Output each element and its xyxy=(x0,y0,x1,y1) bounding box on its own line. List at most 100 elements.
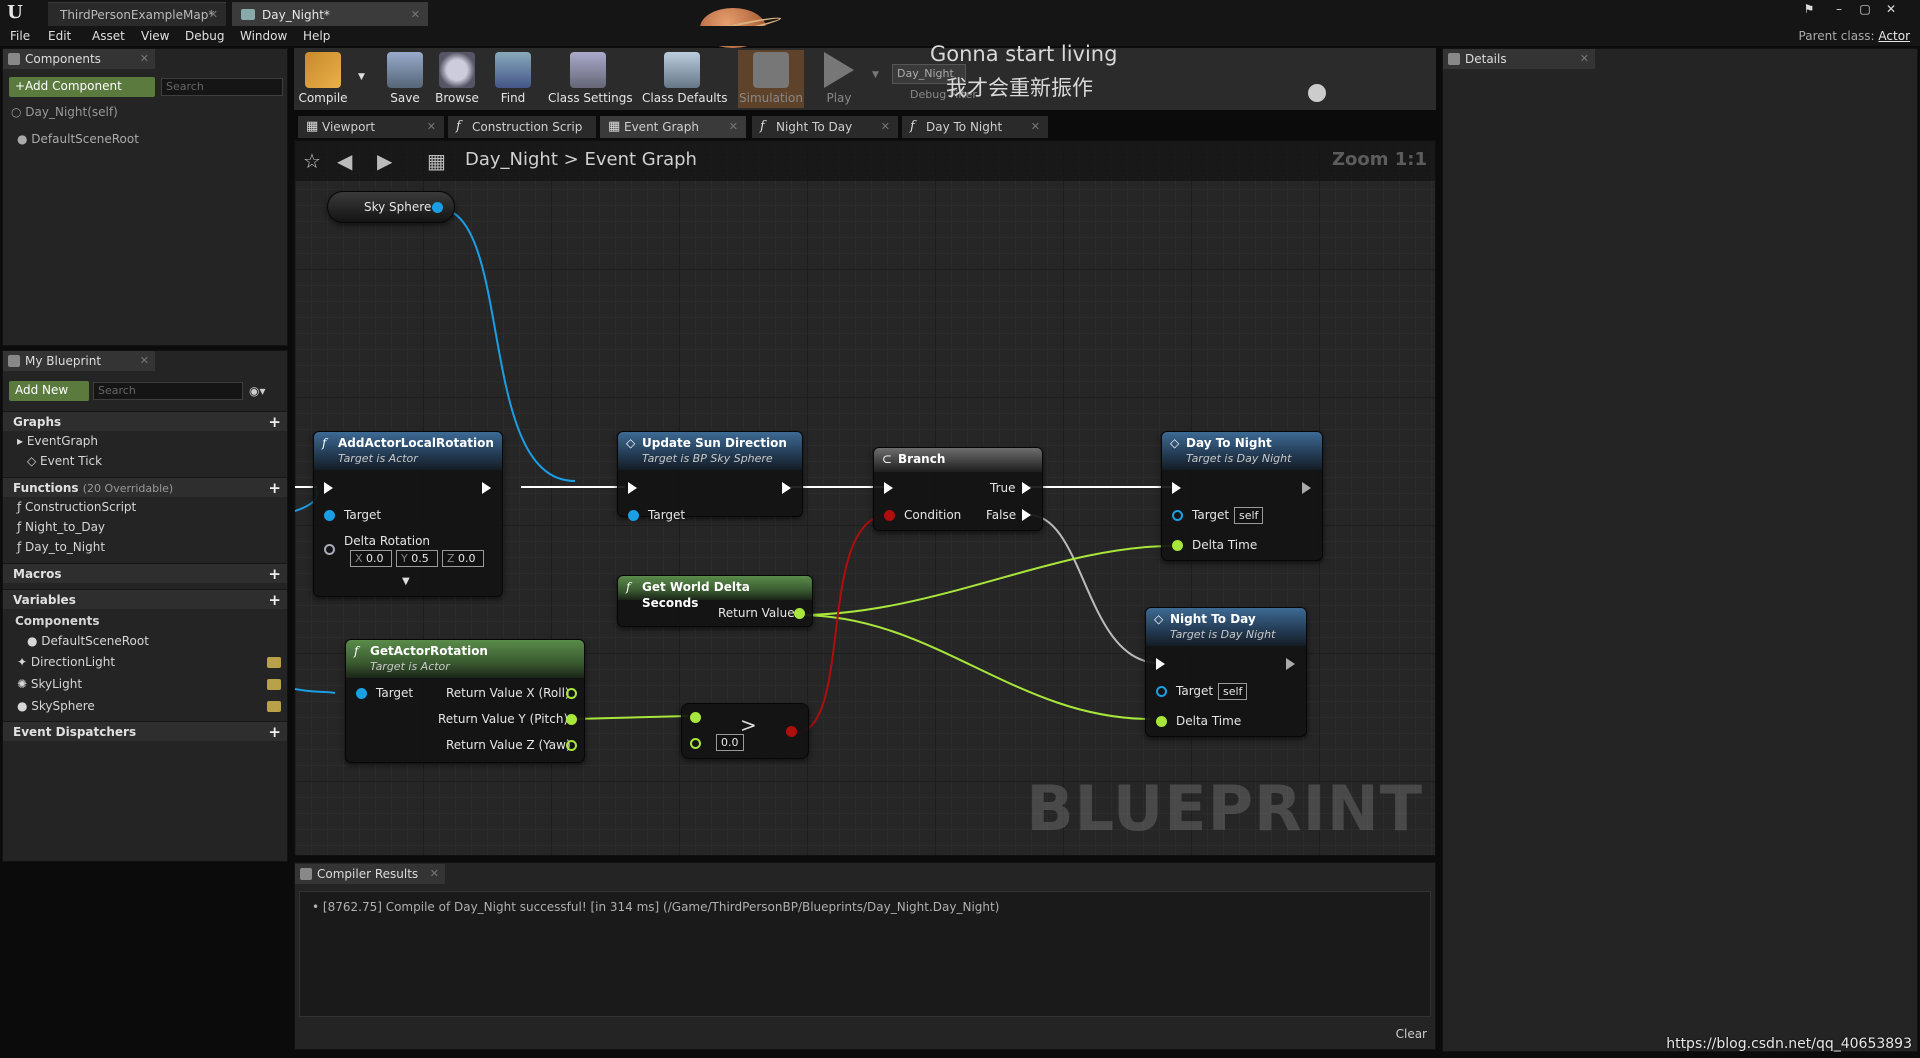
exec-in-pin[interactable] xyxy=(324,482,333,494)
maximize-icon[interactable]: ▢ xyxy=(1856,2,1874,16)
tab-viewport[interactable]: ▦ Viewport ✕ xyxy=(298,116,444,138)
tab-night-to-day[interactable]: f Night To Day ✕ xyxy=(752,116,898,138)
target-self-field[interactable]: self xyxy=(1218,683,1248,700)
add-macro-icon[interactable]: + xyxy=(268,564,281,584)
tab-day-to-night[interactable]: f Day To Night ✕ xyxy=(902,116,1048,138)
add-variable-icon[interactable]: + xyxy=(268,590,281,610)
exec-in-pin[interactable] xyxy=(884,482,893,494)
exec-out-pin[interactable] xyxy=(782,482,791,494)
exec-out-pin[interactable] xyxy=(482,482,491,494)
close-icon[interactable]: ✕ xyxy=(209,3,218,27)
close-icon[interactable]: ✕ xyxy=(1580,49,1589,69)
visibility-eye-icon[interactable] xyxy=(267,679,281,690)
condition-pin[interactable] xyxy=(884,510,895,521)
close-icon[interactable]: ✕ xyxy=(430,864,439,884)
blueprint-search-input[interactable]: Search xyxy=(93,382,243,400)
lyric-widget-icon[interactable] xyxy=(1308,84,1326,102)
minimize-icon[interactable]: – xyxy=(1830,2,1848,16)
exec-in-pin[interactable] xyxy=(1172,482,1181,494)
delta-z-field[interactable]: Z 0.0 xyxy=(442,550,484,567)
view-options-icon[interactable]: ◉▾ xyxy=(249,384,266,398)
close-icon[interactable]: ✕ xyxy=(140,351,149,371)
compile-options-chevron-icon[interactable]: ▼ xyxy=(358,72,365,82)
add-new-button[interactable]: Add New xyxy=(9,381,89,401)
variable-direction-light[interactable]: ✦ DirectionLight xyxy=(17,654,115,671)
menu-asset[interactable]: Asset xyxy=(92,28,125,44)
menu-window[interactable]: Window xyxy=(240,28,287,44)
return-value-pin[interactable] xyxy=(794,608,805,619)
day-to-night-node[interactable]: ◇ Day To Night Target is Day Night Target … xyxy=(1161,431,1323,561)
result-pin[interactable] xyxy=(786,726,797,737)
play-options-chevron-icon[interactable]: ▼ xyxy=(872,70,879,80)
menu-edit[interactable]: Edit xyxy=(48,28,71,44)
true-exec-pin[interactable] xyxy=(1022,482,1031,494)
exec-out-pin[interactable] xyxy=(1302,482,1311,494)
find-button[interactable]: Find xyxy=(480,52,546,108)
close-icon[interactable]: ✕ xyxy=(411,3,420,27)
delta-time-pin[interactable] xyxy=(1172,540,1183,551)
delta-rotation-pin[interactable] xyxy=(324,544,335,555)
delta-x-field[interactable]: X 0.0 xyxy=(350,550,392,567)
tab-third-person-map[interactable]: ThirdPersonExampleMap* ✕ xyxy=(48,2,226,26)
menu-help[interactable]: Help xyxy=(303,28,330,44)
exec-in-pin[interactable] xyxy=(628,482,637,494)
clear-button[interactable]: Clear xyxy=(1396,1027,1427,1041)
component-default-scene-root[interactable]: ● DefaultSceneRoot xyxy=(17,131,139,148)
return-y-pin[interactable] xyxy=(566,714,577,725)
tab-components[interactable]: Components ✕ xyxy=(3,49,155,69)
close-icon[interactable]: ✕ xyxy=(729,116,738,138)
section-event-dispatchers[interactable]: Event Dispatchers + xyxy=(3,721,287,741)
variable-default-scene-root[interactable]: ● DefaultSceneRoot xyxy=(27,633,149,650)
tab-my-blueprint[interactable]: My Blueprint ✕ xyxy=(3,351,155,371)
visibility-eye-icon[interactable] xyxy=(267,701,281,712)
visibility-eye-icon[interactable] xyxy=(267,657,281,668)
exec-out-pin[interactable] xyxy=(1286,658,1295,670)
components-search-input[interactable]: Search xyxy=(161,78,283,96)
night-to-day-node[interactable]: ◇ Night To Day Target is Day Night Target … xyxy=(1145,607,1307,737)
update-sun-direction-node[interactable]: ◇ Update Sun Direction Target is BP Sky Sp… xyxy=(617,431,803,522)
tab-construction-script[interactable]: f Construction Scrip xyxy=(448,116,596,138)
get-actor-rotation-node[interactable]: f GetActorRotation Target is Actor Target … xyxy=(345,639,585,763)
close-icon[interactable]: ✕ xyxy=(1031,116,1040,138)
close-window-icon[interactable]: ✕ xyxy=(1882,2,1900,16)
branch-node[interactable]: ⊂ Branch True Condition False xyxy=(873,447,1043,531)
return-z-pin[interactable] xyxy=(566,740,577,751)
event-graph-canvas[interactable]: ☆ ◀ ▶ ▦ Day_Night > Event Graph Zoom 1:1… xyxy=(294,140,1436,856)
menu-file[interactable]: File xyxy=(10,28,30,44)
close-icon[interactable]: ✕ xyxy=(140,49,149,69)
section-variables[interactable]: Variables + xyxy=(3,589,287,609)
section-macros[interactable]: Macros + xyxy=(3,563,287,583)
input-a-pin[interactable] xyxy=(690,712,701,723)
function-item-construction-script[interactable]: ƒ ConstructionScript xyxy=(17,499,136,516)
graph-item-event-graph[interactable]: ▸ EventGraph xyxy=(17,433,98,450)
parent-class-link[interactable]: Actor xyxy=(1878,29,1910,43)
target-pin[interactable] xyxy=(1156,686,1167,697)
add-dispatcher-icon[interactable]: + xyxy=(268,722,281,742)
tab-compiler-results[interactable]: Compiler Results ✕ xyxy=(295,864,445,884)
input-b-pin[interactable] xyxy=(690,738,701,749)
class-defaults-button[interactable]: Class Defaults xyxy=(642,52,727,108)
add-actor-local-rotation-node[interactable]: f AddActorLocalRotation Target is Actor Ta… xyxy=(313,431,503,597)
section-graphs[interactable]: Graphs + xyxy=(3,411,287,431)
delta-y-field[interactable]: Y 0.5 xyxy=(396,550,438,567)
target-pin[interactable] xyxy=(324,510,335,521)
sky-sphere-node[interactable]: Sky Sphere xyxy=(327,191,455,223)
graph-item-event-tick[interactable]: ◇ Event Tick xyxy=(27,453,102,470)
help-icon[interactable]: ⚑ xyxy=(1800,2,1818,16)
function-item-day-to-night[interactable]: ƒ Day_to_Night xyxy=(17,539,105,556)
menu-view[interactable]: View xyxy=(141,28,169,44)
function-item-night-to-day[interactable]: ƒ Night_to_Day xyxy=(17,519,105,536)
add-function-icon[interactable]: + xyxy=(268,478,281,498)
target-pin[interactable] xyxy=(1172,510,1183,521)
tab-event-graph[interactable]: ▦ Event Graph ✕ xyxy=(600,116,746,138)
output-pin[interactable] xyxy=(432,202,443,213)
get-world-delta-seconds-node[interactable]: f Get World Delta Seconds Return Value xyxy=(617,575,813,627)
variable-sky-light[interactable]: ✺ SkyLight xyxy=(17,676,82,693)
return-x-pin[interactable] xyxy=(566,688,577,699)
simulation-button[interactable]: Simulation xyxy=(738,52,804,108)
target-pin[interactable] xyxy=(628,510,639,521)
play-button[interactable]: Play xyxy=(806,52,872,108)
target-pin[interactable] xyxy=(356,688,367,699)
exec-in-pin[interactable] xyxy=(1156,658,1165,670)
delta-time-pin[interactable] xyxy=(1156,716,1167,727)
